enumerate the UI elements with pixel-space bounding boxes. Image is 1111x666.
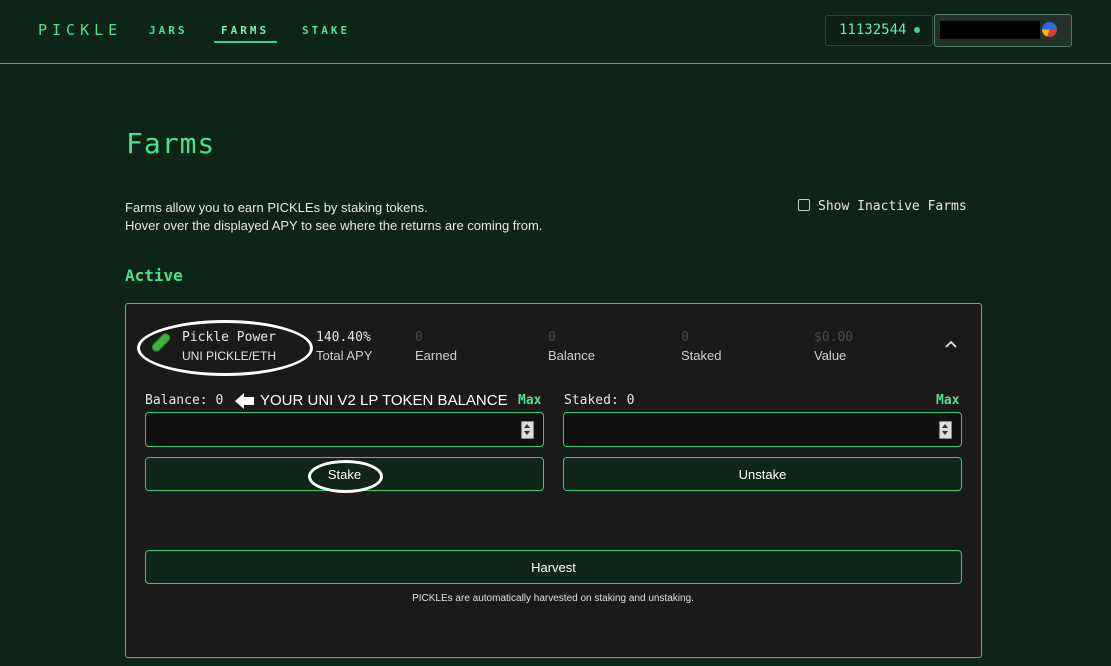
harvest-button[interactable]: Harvest [145,550,962,584]
description-line-1: Farms allow you to earn PICKLEs by staki… [125,200,428,215]
farm-pair: UNI PICKLE/ETH [182,349,277,363]
staked-field-label: Staked: 0 [564,393,635,408]
show-inactive-toggle[interactable]: Show Inactive Farms [798,199,967,214]
stake-amount-input[interactable] [145,412,544,447]
max-stake-button[interactable]: Max [518,393,541,408]
logo[interactable]: PICKLE [38,21,122,39]
description-line-2: Hover over the displayed APY to see wher… [125,218,543,233]
unstake-amount-input[interactable] [563,412,962,447]
wallet-avatar-icon [1042,22,1057,37]
value-label: Value [814,348,847,363]
active-section-heading: Active [125,266,183,285]
max-unstake-button[interactable]: Max [936,393,959,408]
arrow-left-icon [235,393,254,409]
number-spinner-icon[interactable] [521,421,534,439]
nav-stake[interactable]: STAKE [302,24,350,37]
unstake-button[interactable]: Unstake [563,457,962,491]
harvest-note: PICKLEs are automatically harvested on s… [412,593,694,604]
show-inactive-label: Show Inactive Farms [818,199,967,214]
apy-value[interactable]: 140.40% [316,330,371,345]
active-nav-indicator [214,41,277,43]
block-number: 11132544 [839,22,907,38]
status-dot-icon [914,27,920,33]
balance-value: 0 [548,330,556,345]
annotation-oval-farm [137,320,313,376]
annotation-text: YOUR UNI V2 LP TOKEN BALANCE [260,392,508,409]
balance-field-label: Balance: 0 [145,393,224,408]
nav-farms[interactable]: FARMS [221,24,269,37]
staked-label: Staked [681,348,722,363]
value-amount: $0.00 [814,330,854,345]
farm-name: Pickle Power [182,330,276,345]
apy-label: Total APY [316,348,373,363]
earned-value: 0 [415,330,423,345]
staked-value: 0 [681,330,689,345]
chevron-up-icon[interactable] [944,337,958,351]
show-inactive-checkbox[interactable] [798,199,810,211]
earned-label: Earned [415,348,457,363]
balance-label: Balance [548,348,595,363]
nav-jars[interactable]: JARS [149,24,188,37]
redacted-address [940,21,1040,39]
number-spinner-icon[interactable] [939,421,952,439]
annotation-oval-stake [308,460,383,493]
page-title: Farms [126,127,216,160]
